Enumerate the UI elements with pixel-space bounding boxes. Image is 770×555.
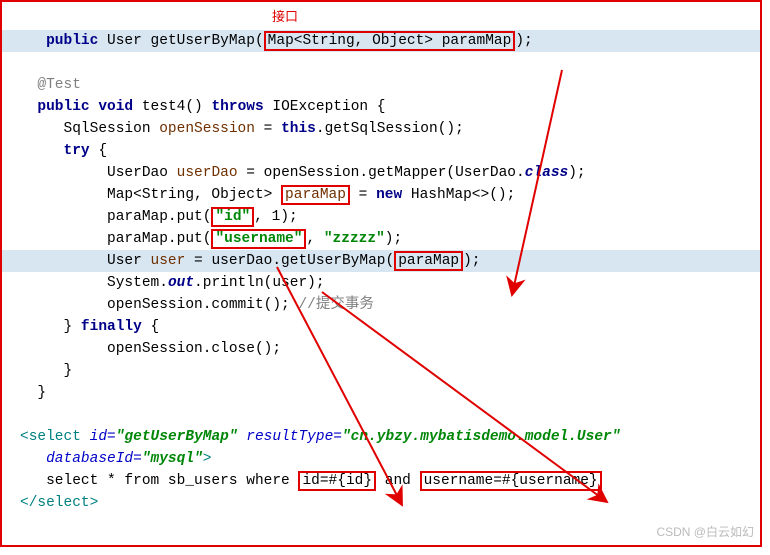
xml-line: </select>	[20, 495, 98, 511]
code-line: paraMap.put("id", 1);	[20, 207, 298, 227]
box-id-key: "id"	[211, 207, 254, 227]
code-line: User user = userDao.getUserByMap(paraMap…	[2, 250, 762, 272]
code-block: public User getUserByMap(Map<String, Obj…	[2, 8, 760, 536]
xml-line: databaseId="mysql">	[20, 451, 211, 467]
code-line: System.out.println(user);	[20, 275, 325, 291]
type-user: User	[107, 33, 142, 49]
code-line: paraMap.put("username", "zzzzz");	[20, 229, 402, 249]
code-line: SqlSession openSession = this.getSqlSess…	[20, 121, 464, 137]
code-line: public void test4() throws IOException {	[20, 99, 386, 115]
box-sql-username: username=#{username}	[420, 471, 602, 491]
box-paraMap-arg: paraMap	[394, 251, 463, 271]
code-line: Map<String, Object> paraMap = new HashMa…	[20, 185, 515, 205]
code-line: openSession.close();	[20, 341, 281, 357]
code-line: } finally {	[20, 319, 159, 335]
code-line: }	[20, 385, 46, 401]
blank-line	[20, 55, 29, 71]
watermark: CSDN @白云如幻	[656, 521, 754, 543]
blank-line	[20, 407, 29, 423]
comment-commit: //提交事务	[298, 297, 373, 313]
annotation-test: @Test	[37, 77, 81, 93]
code-line: UserDao userDao = openSession.getMapper(…	[20, 165, 586, 181]
code-line: openSession.commit(); //提交事务	[20, 297, 374, 313]
xml-line: <select id="getUserByMap" resultType="cn…	[20, 429, 620, 445]
code-line: try {	[20, 143, 107, 159]
annotated-code-screenshot: 接口 public User getUserByMap(Map<String, …	[0, 0, 762, 547]
kw-public: public	[46, 33, 98, 49]
box-param-type: Map<String, Object> paramMap	[264, 31, 516, 51]
method-name: getUserByMap	[151, 33, 255, 49]
box-paraMap-decl: paraMap	[281, 185, 350, 205]
code-line: @Test	[20, 77, 81, 93]
code-line: public User getUserByMap(Map<String, Obj…	[2, 30, 762, 52]
box-username-key: "username"	[211, 229, 306, 249]
box-sql-id: id=#{id}	[298, 471, 376, 491]
xml-line: select * from sb_users where id=#{id} an…	[20, 471, 602, 491]
code-line: }	[20, 363, 72, 379]
